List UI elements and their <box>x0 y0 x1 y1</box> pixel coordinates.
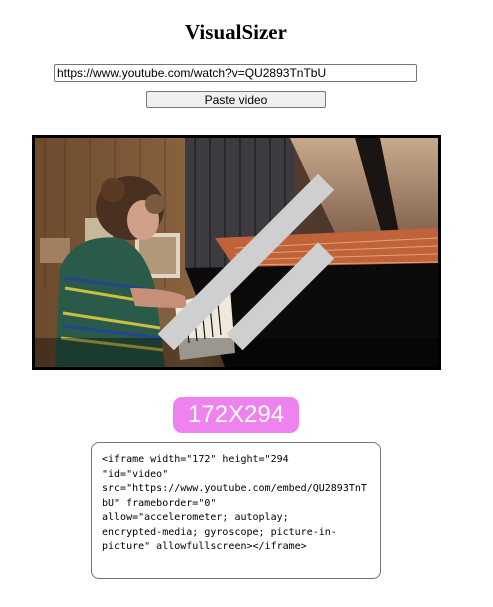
page-title: VisualSizer <box>185 20 287 44</box>
resize-handle-icon[interactable] <box>33 136 436 365</box>
video-player[interactable] <box>32 135 441 370</box>
video-size-badge: 172X294 <box>173 397 299 433</box>
paste-video-button[interactable]: Paste video <box>146 91 326 108</box>
embed-code-textarea[interactable]: <iframe width="172" height="294 "id="vid… <box>91 442 381 579</box>
video-url-input[interactable] <box>54 64 417 82</box>
